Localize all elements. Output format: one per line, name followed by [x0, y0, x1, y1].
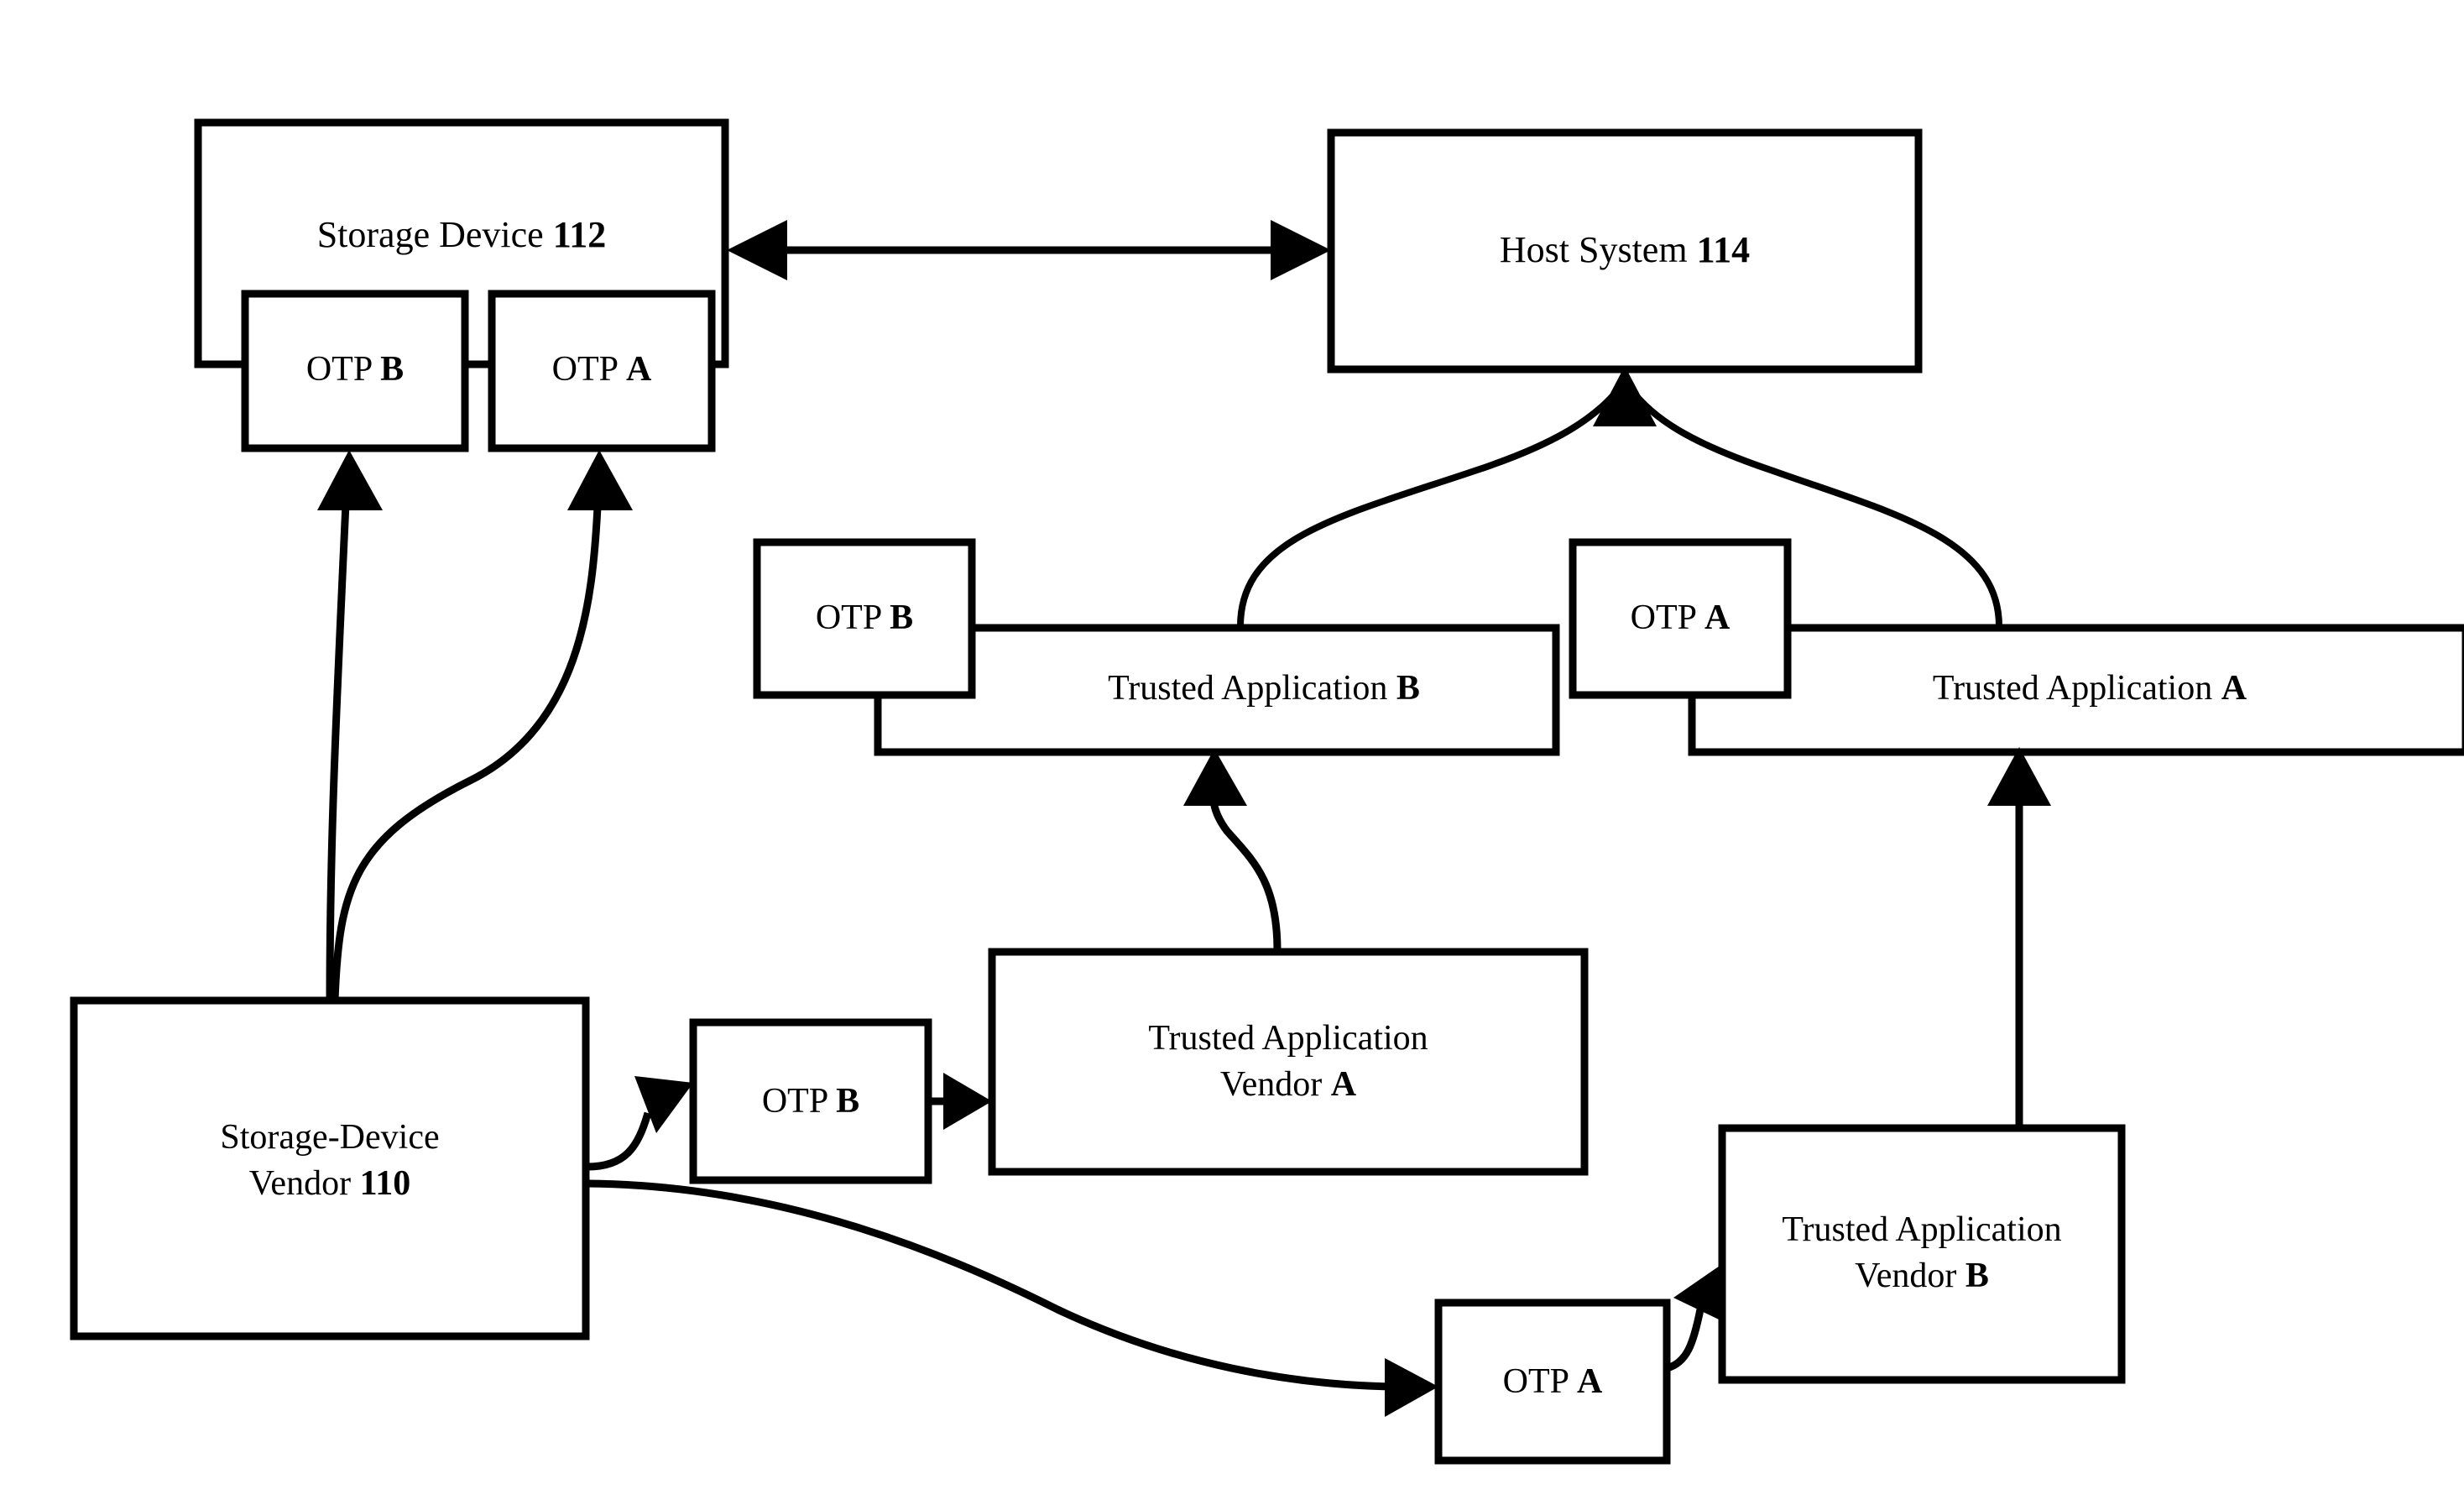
patent-figure: Storage Device 112 Host System 114 OTP B… — [0, 0, 2464, 1505]
arrow-head-left — [727, 220, 787, 280]
arrow-head-host-system-in — [1593, 366, 1657, 426]
connector-otp-b-vendor-to-ta-vendor-a — [928, 1073, 992, 1130]
arrow-head-up — [567, 450, 633, 510]
arrow-head-up — [1183, 749, 1247, 806]
trusted-application-vendor-a-box[interactable] — [988, 948, 1589, 1176]
diagram-canvas — [70, 118, 2464, 1465]
connector-vendor-to-otp-a-device — [331, 450, 633, 1001]
trusted-application-a-box[interactable] — [1688, 624, 2464, 756]
trusted-application-vendor-b-box[interactable] — [1718, 1124, 2126, 1384]
otp-b-app-box[interactable] — [753, 538, 976, 699]
connector-trusted-application-b-to-host-system — [1237, 385, 1623, 627]
arrow-head-right — [1271, 220, 1331, 280]
arrow-head-up — [317, 450, 383, 510]
otp-a-device-box[interactable] — [488, 290, 716, 452]
storage-device-vendor-box[interactable] — [70, 996, 590, 1340]
host-system-box[interactable] — [1327, 128, 1923, 374]
arrow-head-right — [943, 1073, 992, 1130]
otp-a-app-box[interactable] — [1569, 538, 1792, 699]
connector-vendor-to-otp-b-vendor — [587, 1076, 693, 1171]
connector-otp-a-vendor-to-ta-vendor-b — [1665, 1264, 1722, 1372]
connector-ta-vendor-b-to-trusted-application-a — [1987, 747, 2051, 1126]
arrow-head-right — [1385, 1358, 1438, 1417]
connector-vendor-to-otp-a-vendor — [587, 1179, 1438, 1417]
trusted-application-b-box[interactable] — [874, 624, 1560, 756]
otp-b-device-box[interactable] — [241, 290, 469, 452]
connector-storage-device-to-host-system — [727, 220, 1331, 280]
connector-ta-vendor-a-to-trusted-application-b — [1183, 749, 1282, 951]
otp-b-vendor-box[interactable] — [689, 1018, 932, 1184]
otp-a-vendor-box[interactable] — [1434, 1299, 1671, 1465]
connector-vendor-to-otp-b-device — [317, 450, 383, 1000]
